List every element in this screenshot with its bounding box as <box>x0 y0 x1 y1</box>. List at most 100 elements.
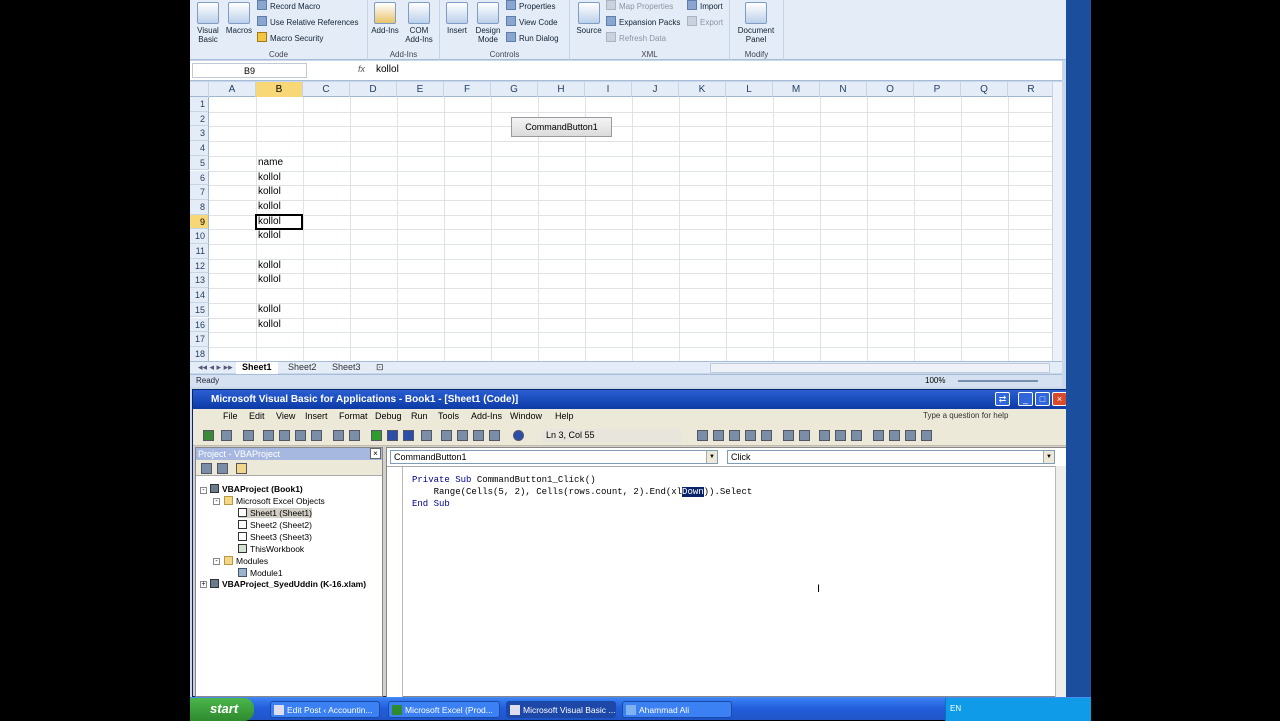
tree-sheet2[interactable]: Sheet2 (Sheet2) <box>238 520 312 530</box>
row-header[interactable]: 2 <box>190 111 209 127</box>
cell[interactable]: kollol <box>258 229 281 243</box>
insert-module-icon[interactable] <box>221 430 232 441</box>
row-header[interactable]: 4 <box>190 141 209 156</box>
complete-word-icon[interactable] <box>761 430 772 441</box>
task-excel[interactable]: Microsoft Excel (Prod... <box>388 701 500 718</box>
close-icon[interactable]: × <box>370 448 381 459</box>
macro-security-button[interactable]: Macro Security <box>257 32 323 46</box>
expansion-packs-button[interactable]: Expansion Packs <box>606 16 680 30</box>
row-header[interactable]: 14 <box>190 288 209 303</box>
view-object-icon[interactable] <box>217 463 228 474</box>
column-header[interactable]: G <box>491 82 538 97</box>
column-header[interactable]: Q <box>961 82 1008 97</box>
run-icon[interactable] <box>371 430 382 441</box>
minimize-icon[interactable]: _ <box>1018 392 1033 406</box>
cell[interactable]: kollol <box>258 303 281 317</box>
visual-basic-button[interactable]: Visual Basic <box>193 2 223 44</box>
vertical-scrollbar[interactable] <box>1052 82 1062 361</box>
column-header[interactable]: F <box>444 82 491 97</box>
design-mode-button[interactable]: Design Mode <box>473 2 503 44</box>
toolbox-icon[interactable] <box>489 430 500 441</box>
object-dropdown[interactable]: CommandButton1 ▼ <box>390 450 718 464</box>
command-button[interactable]: CommandButton1 <box>511 117 612 137</box>
task-vba[interactable]: Microsoft Visual Basic ... <box>506 701 616 718</box>
column-header[interactable]: R <box>1008 82 1052 97</box>
column-header[interactable]: K <box>679 82 726 97</box>
task-edit-post[interactable]: Edit Post ‹ Accountin... <box>270 701 380 718</box>
help-search-input[interactable]: Type a question for help <box>923 411 1008 420</box>
project-explorer-icon[interactable] <box>441 430 452 441</box>
row-header[interactable]: 9 <box>190 214 209 230</box>
row-header[interactable]: 8 <box>190 199 209 215</box>
toggle-bookmark-icon[interactable] <box>873 430 884 441</box>
task-ahammad-ali[interactable]: Ahammad Ali <box>622 701 732 718</box>
row-header[interactable]: 12 <box>190 258 209 274</box>
view-code-icon[interactable] <box>201 463 212 474</box>
paste-icon[interactable] <box>295 430 306 441</box>
object-browser-icon[interactable] <box>473 430 484 441</box>
cell[interactable]: kollol <box>258 259 281 273</box>
select-all-corner[interactable] <box>190 82 209 97</box>
column-header[interactable]: D <box>350 82 397 97</box>
tree-sheet1[interactable]: Sheet1 (Sheet1) <box>238 508 312 518</box>
menu-tools[interactable]: Tools <box>438 411 459 421</box>
code-editor[interactable]: Private Sub CommandButton1_Click() Range… <box>387 466 1055 698</box>
find-icon[interactable] <box>311 430 322 441</box>
view-excel-icon[interactable] <box>203 430 214 441</box>
row-header[interactable]: 6 <box>190 170 209 186</box>
copy-icon[interactable] <box>279 430 290 441</box>
row-header[interactable]: 1 <box>190 97 209 112</box>
collapse-icon[interactable]: - <box>200 487 207 494</box>
addins-button[interactable]: Add-Ins <box>370 2 400 35</box>
comment-block-icon[interactable] <box>835 430 846 441</box>
tab-nav-icon[interactable]: ◂◂ ◂ ▸ ▸▸ <box>192 362 239 374</box>
column-header[interactable]: P <box>914 82 961 97</box>
menu-format[interactable]: Format <box>339 411 368 421</box>
horizontal-scrollbar[interactable] <box>710 363 1050 373</box>
record-macro-button[interactable]: Record Macro <box>257 0 320 14</box>
outdent-icon[interactable] <box>799 430 810 441</box>
cell[interactable]: name <box>258 156 283 170</box>
row-header[interactable]: 18 <box>190 346 209 361</box>
cell[interactable]: kollol <box>258 171 281 185</box>
cell[interactable]: kollol <box>258 273 281 287</box>
tree-vbaproject-addin[interactable]: VBAProject_SyedUddin (K-16.xlam) <box>210 579 366 589</box>
row-header[interactable]: 3 <box>190 126 209 142</box>
design-mode-icon[interactable] <box>421 430 432 441</box>
menu-edit[interactable]: Edit <box>249 411 265 421</box>
column-header[interactable]: I <box>585 82 632 97</box>
menu-run[interactable]: Run <box>411 411 428 421</box>
run-dialog-button[interactable]: Run Dialog <box>506 32 559 46</box>
insert-control-button[interactable]: Insert <box>442 2 472 35</box>
close-icon[interactable]: × <box>1052 392 1067 406</box>
import-button[interactable]: Import <box>687 0 723 14</box>
tab-sheet3[interactable]: Sheet3 <box>326 362 367 374</box>
relative-references-button[interactable]: Use Relative References <box>257 16 358 30</box>
expand-icon[interactable]: + <box>200 581 207 588</box>
map-properties-button[interactable]: Map Properties <box>606 0 673 14</box>
macros-button[interactable]: Macros <box>224 2 254 35</box>
collapse-icon[interactable]: - <box>213 558 220 565</box>
column-header[interactable]: B <box>256 82 303 97</box>
undo-icon[interactable] <box>333 430 344 441</box>
cell[interactable]: kollol <box>258 185 281 199</box>
refresh-data-button[interactable]: Refresh Data <box>606 32 666 46</box>
procedure-dropdown[interactable]: Click ▼ <box>727 450 1055 464</box>
tree-modules[interactable]: Modules <box>224 556 268 566</box>
row-header[interactable]: 11 <box>190 244 209 259</box>
column-header[interactable]: E <box>397 82 444 97</box>
tab-sheet2[interactable]: Sheet2 <box>282 362 323 374</box>
row-header[interactable]: 17 <box>190 332 209 347</box>
list-constants-icon[interactable] <box>713 430 724 441</box>
toggle-breakpoint-icon[interactable] <box>819 430 830 441</box>
tree-thisworkbook[interactable]: ThisWorkbook <box>238 544 304 554</box>
row-header[interactable]: 7 <box>190 185 209 200</box>
formula-input[interactable]: kollol <box>376 64 399 75</box>
properties-window-icon[interactable] <box>457 430 468 441</box>
restore-icon[interactable]: ⇄ <box>995 392 1010 406</box>
language-indicator[interactable]: EN <box>950 704 961 713</box>
menu-insert[interactable]: Insert <box>305 411 328 421</box>
zoom-level[interactable]: 100% <box>925 376 945 385</box>
uncomment-block-icon[interactable] <box>851 430 862 441</box>
menu-file[interactable]: File <box>223 411 238 421</box>
